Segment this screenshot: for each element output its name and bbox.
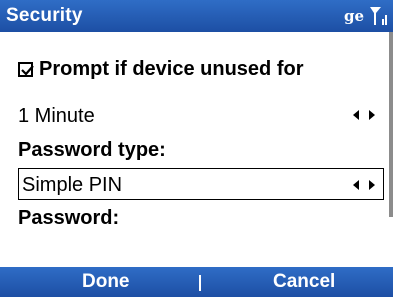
title-bar: Security ge — [0, 0, 393, 32]
timeout-arrows[interactable] — [353, 110, 375, 120]
checkbox[interactable] — [18, 62, 34, 77]
softkey-divider — [199, 275, 201, 291]
password-type-arrows[interactable] — [353, 180, 375, 190]
password-type-selector[interactable]: Simple PIN — [18, 168, 384, 200]
signal-bars-icon — [369, 5, 389, 27]
left-arrow-icon[interactable] — [353, 180, 359, 190]
right-arrow-icon[interactable] — [369, 110, 375, 120]
password-type-value: Simple PIN — [22, 174, 123, 196]
softkey-bar: Done Cancel — [0, 267, 393, 297]
timeout-value: 1 Minute — [18, 105, 95, 127]
left-arrow-icon[interactable] — [353, 110, 359, 120]
password-label: Password: — [18, 207, 120, 229]
network-status-text: ge — [343, 7, 364, 25]
prompt-checkbox-row[interactable]: Prompt if device unused for — [18, 58, 303, 81]
status-area: ge — [344, 5, 389, 27]
page-title: Security — [6, 5, 83, 26]
checkbox-label: Prompt if device unused for — [39, 58, 304, 80]
password-type-label: Password type: — [18, 139, 166, 161]
scrollbar-thumb[interactable] — [389, 32, 393, 217]
cancel-button[interactable]: Cancel — [273, 271, 335, 293]
right-arrow-icon[interactable] — [369, 180, 375, 190]
timeout-selector[interactable]: 1 Minute — [0, 99, 385, 131]
done-button[interactable]: Done — [82, 271, 130, 293]
